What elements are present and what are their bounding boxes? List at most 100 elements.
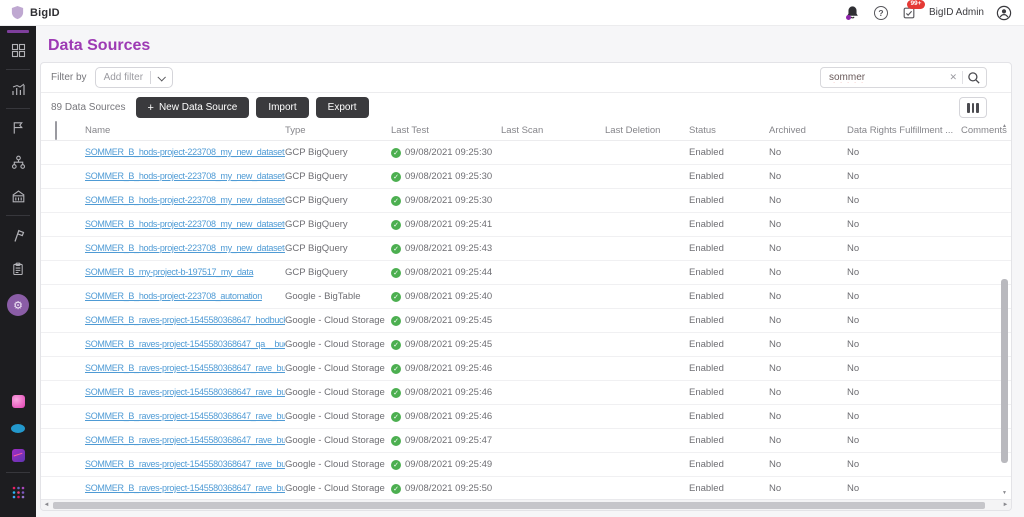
row-last-test: 09/08/2021 09:25:45 [405,315,492,326]
top-bar: BigID 99+ BigID Admin [0,0,1024,26]
row-archived: No [769,267,847,278]
table-row[interactable]: SOMMER_B_hods-project-223708_automation … [41,285,1011,309]
row-data-rights: No [847,219,961,230]
column-header-last-deletion[interactable]: Last Deletion [605,125,689,136]
row-name-link[interactable]: SOMMER_B_hods-project-223708_my_new_data… [85,243,285,253]
select-all-checkbox[interactable] [55,121,57,140]
export-button[interactable]: Export [316,97,369,118]
add-filter-dropdown[interactable]: Add filter [95,67,173,88]
help-icon[interactable] [873,5,889,21]
user-name: BigID Admin [929,7,984,18]
row-name-link[interactable]: SOMMER_B_raves-project-1545580368647_rav… [85,459,285,469]
apps-grid-icon[interactable] [10,484,26,500]
clear-search-icon[interactable] [944,72,962,83]
avatar-icon[interactable] [996,5,1012,21]
table-row[interactable]: SOMMER_B_raves-project-1545580368647_rav… [41,477,1011,501]
table-header: Name Type Last Test Last Scan Last Delet… [41,121,1011,141]
table-row[interactable]: SOMMER_B_raves-project-1545580368647_rav… [41,405,1011,429]
scroll-right-arrow-icon[interactable] [1000,502,1011,508]
row-status: Enabled [689,171,769,182]
table-row[interactable]: SOMMER_B_raves-project-1545580368647_rav… [41,357,1011,381]
search-input[interactable] [829,72,944,83]
column-header-archived[interactable]: Archived [769,125,847,136]
clipboard-icon[interactable] [10,261,26,277]
column-header-last-test[interactable]: Last Test [391,125,501,136]
row-data-rights: No [847,171,961,182]
row-name-link[interactable]: SOMMER_B_raves-project-1545580368647_rav… [85,411,285,421]
bigid-logo[interactable]: BigID [10,5,60,20]
table-row[interactable]: SOMMER_B_hods-project-223708_my_new_data… [41,213,1011,237]
vertical-scrollbar-thumb[interactable] [1001,279,1008,463]
tasks-icon[interactable]: 99+ [901,5,917,21]
row-last-test: 09/08/2021 09:25:50 [405,483,492,494]
column-header-data-rights[interactable]: Data Rights Fulfillment ... [847,125,961,136]
column-header-type[interactable]: Type [285,125,391,136]
table-row[interactable]: SOMMER_B_hods-project-223708_my_new_data… [41,141,1011,165]
reports-icon[interactable] [10,81,26,97]
logo-text: BigID [30,7,60,19]
success-check-icon [391,196,401,206]
flag-icon[interactable] [10,120,26,136]
column-header-name[interactable]: Name [85,125,285,136]
import-button[interactable]: Import [256,97,308,118]
explorer-icon[interactable] [10,227,26,243]
column-header-last-scan[interactable]: Last Scan [501,125,605,136]
table-row[interactable]: SOMMER_B_hods-project-223708_my_new_data… [41,165,1011,189]
row-last-test: 09/08/2021 09:25:47 [405,435,492,446]
table-row[interactable]: SOMMER_B_raves-project-1545580368647_qa_… [41,333,1011,357]
hierarchy-icon[interactable] [10,154,26,170]
row-name-link[interactable]: SOMMER_B_raves-project-1545580368647_qa_… [85,339,285,349]
row-name-link[interactable]: SOMMER_B_raves-project-1545580368647_rav… [85,483,285,493]
scroll-down-arrow-icon[interactable] [1001,490,1008,496]
row-name-link[interactable]: SOMMER_B_my-project-b-197517_my_data [85,267,253,277]
row-data-rights: No [847,339,961,350]
table-row[interactable]: SOMMER_B_raves-project-1545580368647_rav… [41,429,1011,453]
row-name-link[interactable]: SOMMER_B_raves-project-1545580368647_rav… [85,435,285,445]
row-last-test: 09/08/2021 09:25:30 [405,171,492,182]
table-row[interactable]: SOMMER_B_raves-project-1545580368647_rav… [41,453,1011,477]
row-type: Google - Cloud Storage [285,387,391,398]
row-name-link[interactable]: SOMMER_B_hods-project-223708_my_new_data… [85,195,285,205]
sidebar [0,26,36,517]
row-type: GCP BigQuery [285,147,391,158]
app-pink-icon[interactable] [12,395,25,408]
table-row[interactable]: SOMMER_B_raves-project-1545580368647_hod… [41,309,1011,333]
row-name-link[interactable]: SOMMER_B_hods-project-223708_my_new_data… [85,171,285,181]
row-name-link[interactable]: SOMMER_B_raves-project-1545580368647_hod… [85,315,285,325]
row-archived: No [769,219,847,230]
catalog-icon[interactable] [10,188,26,204]
table-row[interactable]: SOMMER_B_hods-project-223708_my_new_data… [41,237,1011,261]
search-icon[interactable] [967,71,981,85]
row-name-link[interactable]: SOMMER_B_hods-project-223708_automation [85,291,262,301]
row-name-link[interactable]: SOMMER_B_hods-project-223708_my_new_data… [85,147,285,157]
row-name-link[interactable]: SOMMER_B_hods-project-223708_my_new_data… [85,219,285,229]
scroll-left-arrow-icon[interactable] [41,502,52,508]
notification-dot [846,15,851,20]
row-archived: No [769,339,847,350]
vertical-scrollbar[interactable] [1000,125,1009,494]
column-settings-button[interactable] [959,97,987,118]
new-data-source-button[interactable]: New Data Source [136,97,250,118]
row-name-link[interactable]: SOMMER_B_raves-project-1545580368647_rav… [85,363,285,373]
settings-gear-icon[interactable] [7,294,29,316]
column-header-status[interactable]: Status [689,125,769,136]
app-cyan-icon[interactable] [11,424,25,433]
horizontal-scrollbar-thumb[interactable] [53,502,985,509]
table-row[interactable]: SOMMER_B_raves-project-1545580368647_rav… [41,381,1011,405]
bell-icon[interactable] [845,5,861,21]
row-name-link[interactable]: SOMMER_B_raves-project-1545580368647_rav… [85,387,285,397]
sidebar-active-indicator [7,30,29,33]
row-archived: No [769,171,847,182]
table-row[interactable]: SOMMER_B_my-project-b-197517_my_data GCP… [41,261,1011,285]
table-row[interactable]: SOMMER_B_hods-project-223708_my_new_data… [41,189,1011,213]
row-last-test: 09/08/2021 09:25:49 [405,459,492,470]
row-last-test: 09/08/2021 09:25:45 [405,339,492,350]
horizontal-scrollbar[interactable] [41,499,1011,510]
sidebar-divider [6,69,30,70]
sidebar-divider [6,215,30,216]
row-data-rights: No [847,291,961,302]
app-purple-icon[interactable] [12,449,25,462]
dashboard-icon[interactable] [10,42,26,58]
scroll-up-arrow-icon[interactable] [1001,123,1008,129]
success-check-icon [391,364,401,374]
